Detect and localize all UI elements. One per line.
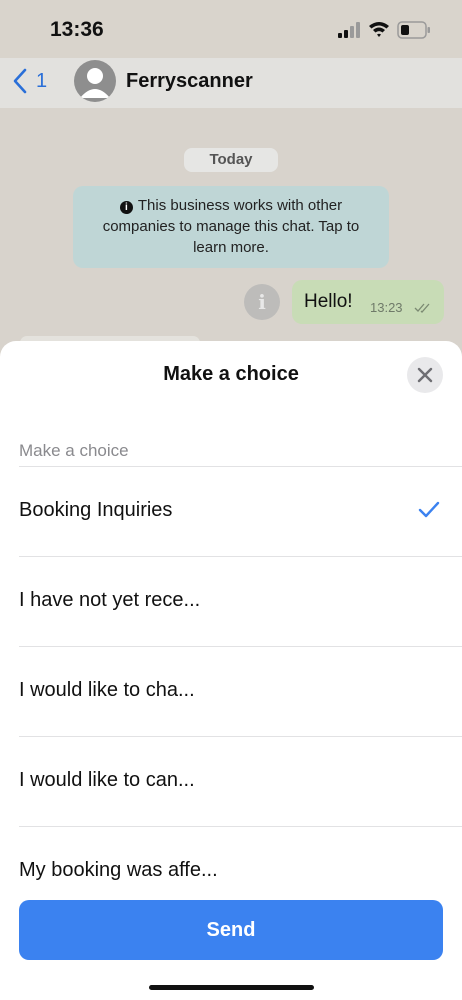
- date-chip: Today: [184, 148, 278, 172]
- option-label: Booking Inquiries: [19, 499, 173, 521]
- home-indicator: [149, 985, 314, 990]
- system-notice-text: This business works with other companies…: [102, 197, 360, 256]
- option-label: I have not yet rece...: [19, 589, 201, 611]
- message-info-icon[interactable]: i: [244, 284, 280, 320]
- close-icon: [417, 367, 433, 383]
- option-not-yet-received[interactable]: I have not yet rece...: [0, 557, 462, 646]
- option-label: I would like to can...: [19, 769, 195, 791]
- contact-name[interactable]: Ferryscanner: [126, 70, 253, 93]
- close-button[interactable]: [407, 357, 443, 393]
- chat-header: 1 Ferryscanner: [0, 58, 462, 109]
- sheet-title: Make a choice: [163, 363, 299, 385]
- choice-sheet: Make a choice Make a choice Booking Inqu…: [0, 341, 462, 1000]
- status-time: 13:36: [50, 18, 104, 41]
- avatar[interactable]: [74, 60, 116, 102]
- option-booking-inquiries[interactable]: Booking Inquiries: [0, 467, 462, 556]
- back-count[interactable]: 1: [36, 70, 47, 93]
- wifi-icon: [369, 22, 389, 37]
- option-would-like-to-cancel[interactable]: I would like to can...: [0, 737, 462, 826]
- message-text: Hello!: [304, 291, 353, 312]
- info-icon: i: [119, 201, 133, 214]
- battery-icon: [397, 21, 430, 39]
- option-would-like-to-change[interactable]: I would like to cha...: [0, 647, 462, 736]
- send-button[interactable]: Send: [19, 900, 443, 960]
- option-label: My booking was affe...: [19, 859, 218, 881]
- message-time: 13:23: [370, 300, 403, 315]
- double-check-icon: [414, 303, 430, 313]
- checkmark-icon: [418, 501, 440, 518]
- status-bar: 13:36: [0, 0, 462, 58]
- option-label: I would like to cha...: [19, 679, 195, 701]
- back-chevron-icon[interactable]: [12, 68, 28, 94]
- section-label: Make a choice: [19, 441, 129, 460]
- signal-icon: [338, 22, 360, 38]
- outgoing-message-bubble[interactable]: Hello! 13:23: [292, 280, 444, 324]
- avatar-placeholder-icon: [80, 68, 110, 98]
- system-notice[interactable]: i This business works with other companie…: [73, 186, 389, 268]
